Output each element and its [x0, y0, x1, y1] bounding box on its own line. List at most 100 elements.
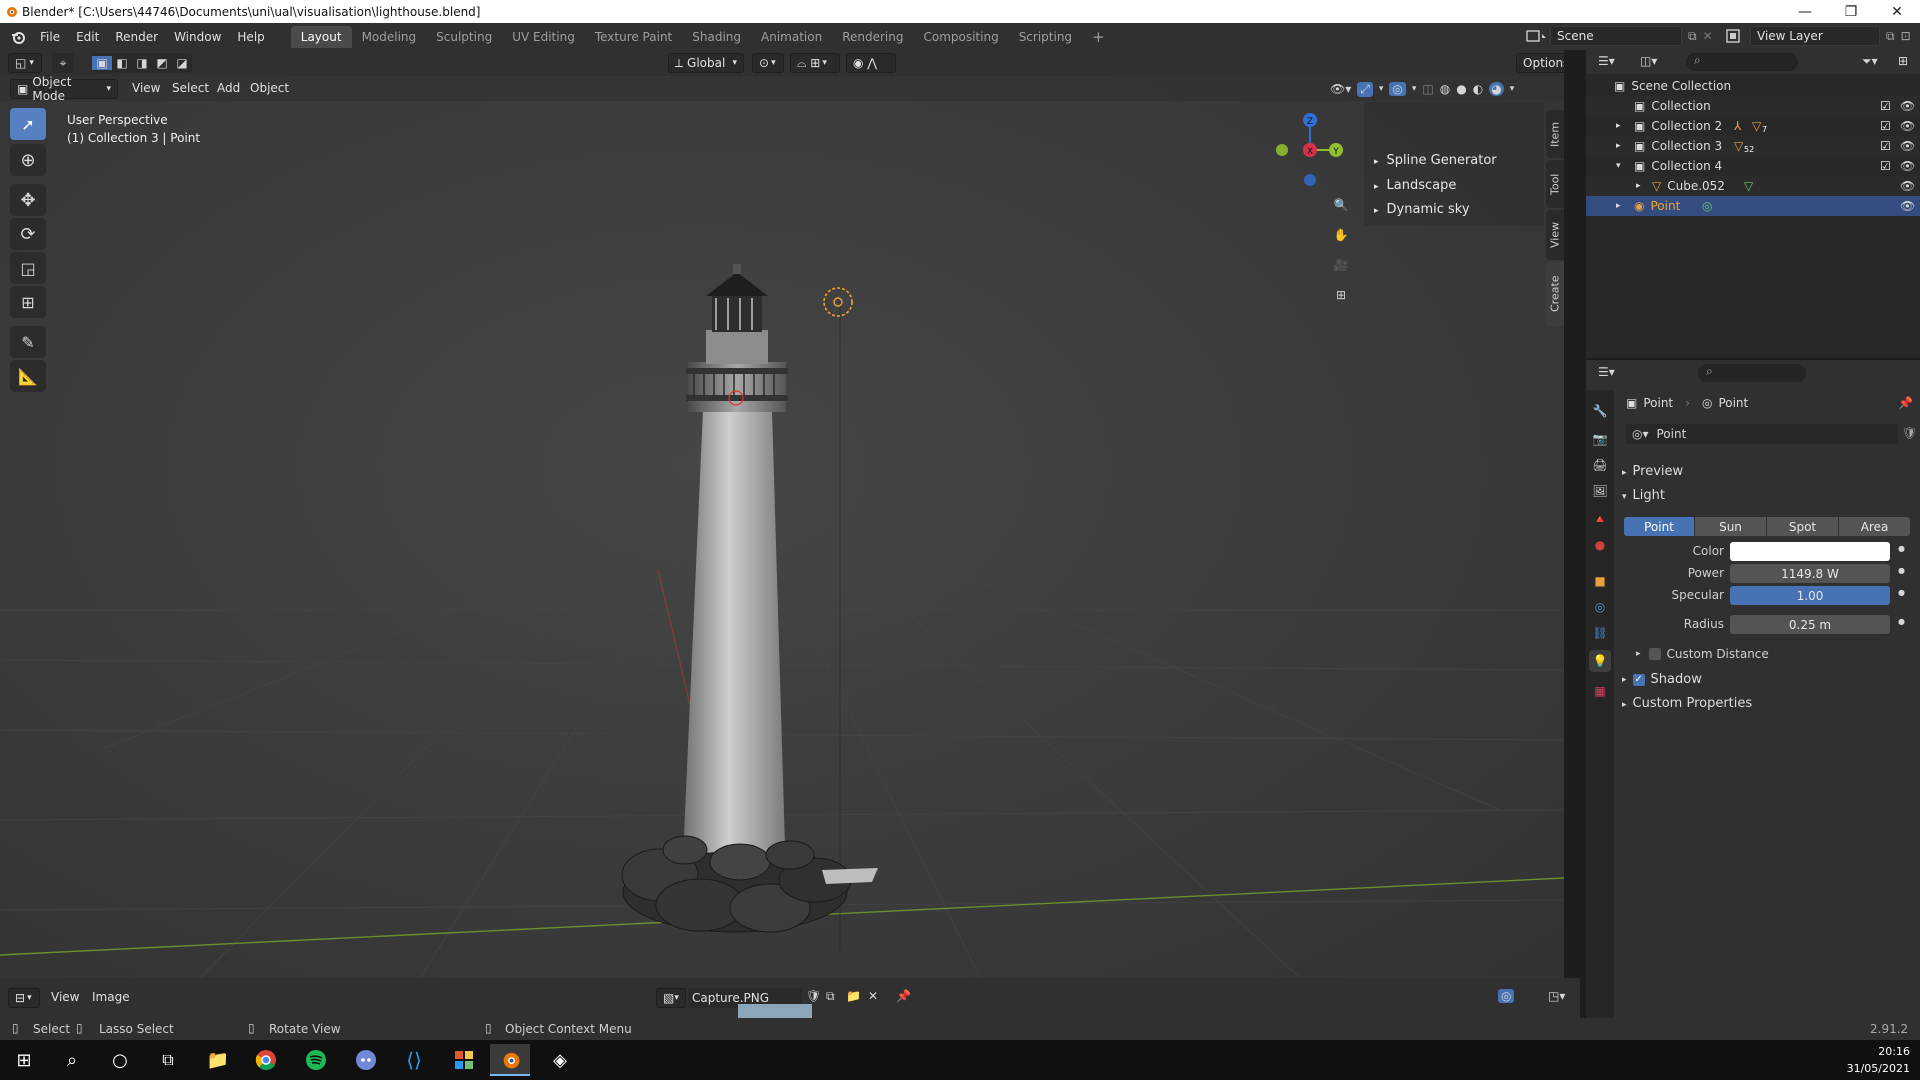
eye-icon[interactable]: 👁: [1900, 139, 1915, 153]
render-tab-icon[interactable]: 📷: [1589, 428, 1611, 450]
material-shading-icon[interactable]: ◐: [1473, 82, 1483, 96]
npanel-landscape[interactable]: ▸ Landscape: [1374, 178, 1456, 193]
select-extend-icon[interactable]: ◧: [112, 56, 132, 70]
scale-tool[interactable]: ◲: [10, 252, 46, 284]
spotify-icon[interactable]: [296, 1044, 336, 1076]
zoom-icon[interactable]: 🔍: [1328, 192, 1354, 218]
windows-start-icon[interactable]: ⊞: [4, 1044, 44, 1076]
annotate-tool[interactable]: ✎: [10, 326, 46, 358]
solid-shading-icon[interactable]: ●: [1456, 82, 1466, 96]
image-menu-view[interactable]: View: [51, 990, 79, 1004]
pin-icon[interactable]: 📌: [1898, 396, 1913, 410]
gizmo-toggle-icon[interactable]: ⤢: [1357, 81, 1373, 97]
blender-taskbar-icon[interactable]: [490, 1044, 530, 1076]
tab-uv-editing[interactable]: UV Editing: [502, 26, 585, 48]
eye-icon[interactable]: 👁: [1900, 99, 1915, 113]
transform-orientation-dropdown[interactable]: ⟂ Global ▾: [668, 53, 744, 73]
delete-view-layer-icon[interactable]: ⊡: [1901, 29, 1911, 43]
pivot-point-icon[interactable]: ⊙ ▾: [752, 53, 784, 73]
navigation-gizmo[interactable]: Z X Y: [1262, 106, 1358, 206]
cursor-tool[interactable]: ⊕: [10, 144, 46, 176]
system-clock[interactable]: 20:16 31/05/2021: [1830, 1043, 1910, 1077]
vscode-icon[interactable]: ⟨⟩: [394, 1044, 434, 1076]
image-menu-image[interactable]: Image: [92, 990, 130, 1004]
image-view-type-icon[interactable]: ◳▾: [1548, 989, 1565, 1003]
select-intersect-icon[interactable]: ◪: [172, 56, 192, 70]
exclude-checkbox-icon[interactable]: ☑: [1880, 119, 1891, 133]
select-new-icon[interactable]: ▣: [92, 56, 112, 70]
visibility-icon[interactable]: 👁▾: [1330, 82, 1351, 96]
tab-layout[interactable]: Layout: [290, 25, 352, 48]
scene-tab-icon[interactable]: 🔺: [1589, 508, 1611, 530]
scene-icon[interactable]: [1524, 26, 1550, 46]
outliner-row-scene-collection[interactable]: ▣ Scene Collection: [1586, 76, 1920, 96]
3d-viewport[interactable]: ◱ ▾ ⌖ ▣ ◧ ◨ ◩ ◪ ⟂ Global ▾ ⊙ ▾ ⌓ ⊞ ▾ ◉ ⋀ Op…: [0, 50, 1564, 978]
chrome-icon[interactable]: [246, 1044, 286, 1076]
select-mode-icon[interactable]: ⌖: [52, 53, 74, 73]
discord-icon[interactable]: [346, 1044, 386, 1076]
image-browse-icon[interactable]: ▧ ▾: [656, 988, 686, 1008]
snap-icon[interactable]: ⌓ ⊞ ▾: [790, 53, 840, 73]
npanel-dynamic-sky[interactable]: ▸ Dynamic sky: [1374, 202, 1470, 217]
search-icon[interactable]: ⌕: [52, 1044, 92, 1076]
tab-modeling[interactable]: Modeling: [352, 26, 427, 48]
outliner-row-cube-052[interactable]: ▸ ▽ Cube.052 ▽ 👁: [1586, 176, 1920, 196]
keyframe-dot-icon[interactable]: ●: [1898, 617, 1905, 626]
xray-toggle-icon[interactable]: ◫: [1422, 82, 1433, 96]
color-swatch[interactable]: [1730, 542, 1890, 561]
object-tab-icon[interactable]: ■: [1589, 570, 1611, 592]
menu-window[interactable]: Window: [166, 30, 229, 44]
task-view-icon[interactable]: ⧉: [148, 1044, 188, 1076]
outliner-row-collection-4[interactable]: ▾ ▣ Collection 4 ☑ 👁: [1586, 156, 1920, 176]
restore-button[interactable]: ❐: [1828, 0, 1874, 23]
npanel-spline-generator[interactable]: ▸ Spline Generator: [1374, 153, 1497, 168]
move-tool[interactable]: ✥: [10, 184, 46, 216]
eye-icon[interactable]: 👁: [1900, 199, 1915, 213]
expand-arrow-icon[interactable]: ▸: [1616, 201, 1634, 211]
custom-properties-section[interactable]: ▸ Custom Properties: [1622, 696, 1752, 711]
tab-scripting[interactable]: Scripting: [1009, 26, 1082, 48]
new-view-layer-icon[interactable]: ⧉: [1886, 29, 1895, 44]
menu-view[interactable]: View: [132, 81, 160, 95]
world-tab-icon[interactable]: ●: [1589, 534, 1611, 556]
proportional-edit-icon[interactable]: ◉ ⋀: [846, 53, 896, 73]
cortana-icon[interactable]: ○: [100, 1044, 140, 1076]
camera-view-icon[interactable]: 🎥: [1328, 252, 1354, 278]
menu-select[interactable]: Select: [172, 81, 209, 95]
properties-editor-type-icon[interactable]: ☰▾: [1598, 365, 1615, 379]
mode-dropdown[interactable]: ▣ Object Mode ▾: [10, 75, 118, 103]
preview-section[interactable]: ▸ Preview: [1622, 464, 1683, 479]
keyframe-dot-icon[interactable]: ●: [1898, 588, 1905, 597]
menu-edit[interactable]: Edit: [68, 30, 107, 44]
image-gizmo-icon[interactable]: ◎: [1498, 989, 1515, 1003]
properties-search-input[interactable]: ⌕: [1698, 364, 1806, 382]
outliner-row-collection-2[interactable]: ▸ ▣ Collection 2 ⅄ ▽ 7 ☑ 👁: [1586, 116, 1920, 136]
power-field[interactable]: 1149.8 W: [1730, 564, 1890, 583]
pin-icon[interactable]: 📌: [896, 989, 911, 1003]
tab-rendering[interactable]: Rendering: [832, 26, 913, 48]
custom-distance-checkbox[interactable]: [1648, 648, 1661, 660]
rendered-shading-icon[interactable]: ◕: [1489, 82, 1504, 96]
expand-arrow-icon[interactable]: ▸: [1616, 141, 1634, 151]
custom-distance-subpanel[interactable]: ▸ Custom Distance: [1636, 647, 1769, 661]
view-layer-tab-icon[interactable]: 🖼: [1589, 480, 1611, 502]
npanel-tab-view[interactable]: View: [1546, 210, 1564, 260]
tab-sculpting[interactable]: Sculpting: [426, 26, 502, 48]
close-button[interactable]: ✕: [1874, 0, 1920, 23]
specular-slider[interactable]: 1.00: [1730, 586, 1890, 605]
light-type-spot[interactable]: Spot: [1767, 517, 1838, 536]
select-box-tool[interactable]: ➚: [10, 108, 46, 140]
app-grid-icon[interactable]: [444, 1044, 484, 1076]
light-type-point[interactable]: Point: [1624, 517, 1694, 536]
light-section[interactable]: ▾ Light: [1622, 488, 1665, 503]
new-scene-icon[interactable]: ⧉: [1688, 29, 1697, 44]
tool-tab-icon[interactable]: 🔧: [1589, 400, 1611, 422]
eye-icon[interactable]: 👁: [1900, 179, 1915, 193]
wireframe-shading-icon[interactable]: ◍: [1440, 82, 1450, 96]
tab-texture-paint[interactable]: Texture Paint: [585, 26, 682, 48]
view-layer-icon[interactable]: [1724, 26, 1750, 46]
options-dropdown[interactable]: Options▾: [1516, 53, 1564, 73]
eye-icon[interactable]: 👁: [1900, 119, 1915, 133]
constraints-tab-icon[interactable]: ⛓: [1589, 622, 1611, 644]
open-image-icon[interactable]: 📁: [846, 989, 861, 1003]
